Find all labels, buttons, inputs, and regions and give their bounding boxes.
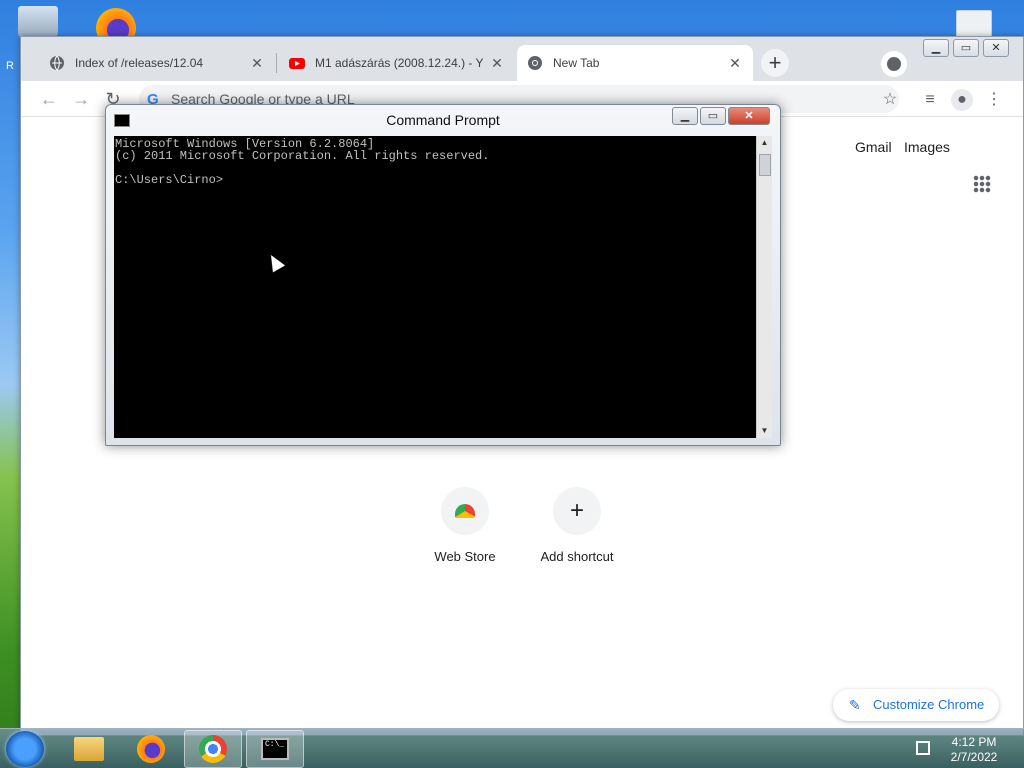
scroll-down-icon[interactable]: ▼ [757,424,772,438]
web-store-icon [441,487,489,535]
back-icon[interactable]: ← [37,87,61,111]
close-icon[interactable]: ✕ [727,55,743,72]
taskbar-firefox[interactable] [122,730,180,768]
customize-label: Customize Chrome [873,697,985,712]
close-icon[interactable]: ✕ [249,55,265,72]
profile-icon[interactable]: ● [951,89,973,111]
firefox-icon [137,735,165,763]
tab-youtube[interactable]: M1 adászárás (2008.12.24.) - You ✕ [279,45,515,81]
tab-label: Index of /releases/12.04 [75,56,204,70]
system-clock[interactable]: 4:12 PM 2/7/2022 [944,735,1004,765]
plus-icon: + [553,487,601,535]
apps-grid-icon[interactable] [973,175,991,193]
tab-strip: Index of /releases/12.04 ✕ M1 adászárás … [21,37,1023,81]
scroll-thumb[interactable] [759,154,771,176]
globe-icon [49,55,65,71]
menu-icon[interactable]: ⋮ [983,89,1005,111]
shortcut-web-store[interactable]: Web Store [410,487,520,564]
taskbar-command-prompt[interactable]: C:\_ [246,730,304,768]
forward-icon[interactable]: → [69,87,93,111]
network-icon[interactable] [916,741,930,755]
new-tab-button[interactable]: + [761,49,789,77]
images-link[interactable]: Images [904,139,950,155]
tab-releases[interactable]: Index of /releases/12.04 ✕ [39,45,275,81]
tab-separator [276,53,277,73]
chrome-icon [199,735,227,763]
tab-label: M1 adászárás (2008.12.24.) - You [315,56,483,70]
taskbar: C:\_ 4:12 PM 2/7/2022 [0,728,1024,768]
bookmark-star-icon[interactable]: ☆ [879,89,901,111]
start-button[interactable] [6,731,44,767]
recycle-bin-icon[interactable] [18,6,58,40]
close-icon[interactable]: ✕ [489,55,505,72]
clock-date: 2/7/2022 [950,750,998,764]
window-controls: ▁ ▭ ✕ [923,39,1009,57]
scroll-up-icon[interactable]: ▲ [757,136,772,150]
media-control-icon[interactable]: ≡ [919,89,941,111]
desktop-label: R [6,60,14,72]
close-button[interactable]: ✕ [728,107,770,125]
taskbar-explorer[interactable] [60,730,118,768]
command-prompt-window[interactable]: Command Prompt ▁ ▭ ✕ Microsoft Windows [… [105,104,781,446]
tab-label: New Tab [553,56,600,70]
taskbar-chrome[interactable] [184,730,242,768]
clock-time: 4:12 PM [951,735,997,749]
tab-search-icon[interactable] [881,51,907,77]
shortcut-add[interactable]: + Add shortcut [522,487,632,564]
tab-new-tab[interactable]: New Tab ✕ [517,45,753,81]
chrome-icon [527,55,543,71]
console-output[interactable]: Microsoft Windows [Version 6.2.8064] (c)… [114,136,756,438]
windows-explorer-icon [74,737,104,761]
maximize-button[interactable]: ▭ [953,39,979,57]
vertical-scrollbar[interactable]: ▲ ▼ [756,136,772,438]
customize-chrome-button[interactable]: ✎ Customize Chrome [833,689,999,721]
youtube-icon [289,55,305,71]
minimize-button[interactable]: ▁ [672,107,698,125]
shortcut-label: Add shortcut [540,549,614,564]
window-controls: ▁ ▭ ✕ [672,107,770,125]
shortcut-label: Web Store [434,549,496,564]
gmail-link[interactable]: Gmail [855,139,892,155]
minimize-button[interactable]: ▁ [923,39,949,57]
pencil-icon: ✎ [849,697,861,713]
maximize-button[interactable]: ▭ [700,107,726,125]
command-prompt-icon: C:\_ [261,738,289,760]
close-button[interactable]: ✕ [983,39,1009,57]
